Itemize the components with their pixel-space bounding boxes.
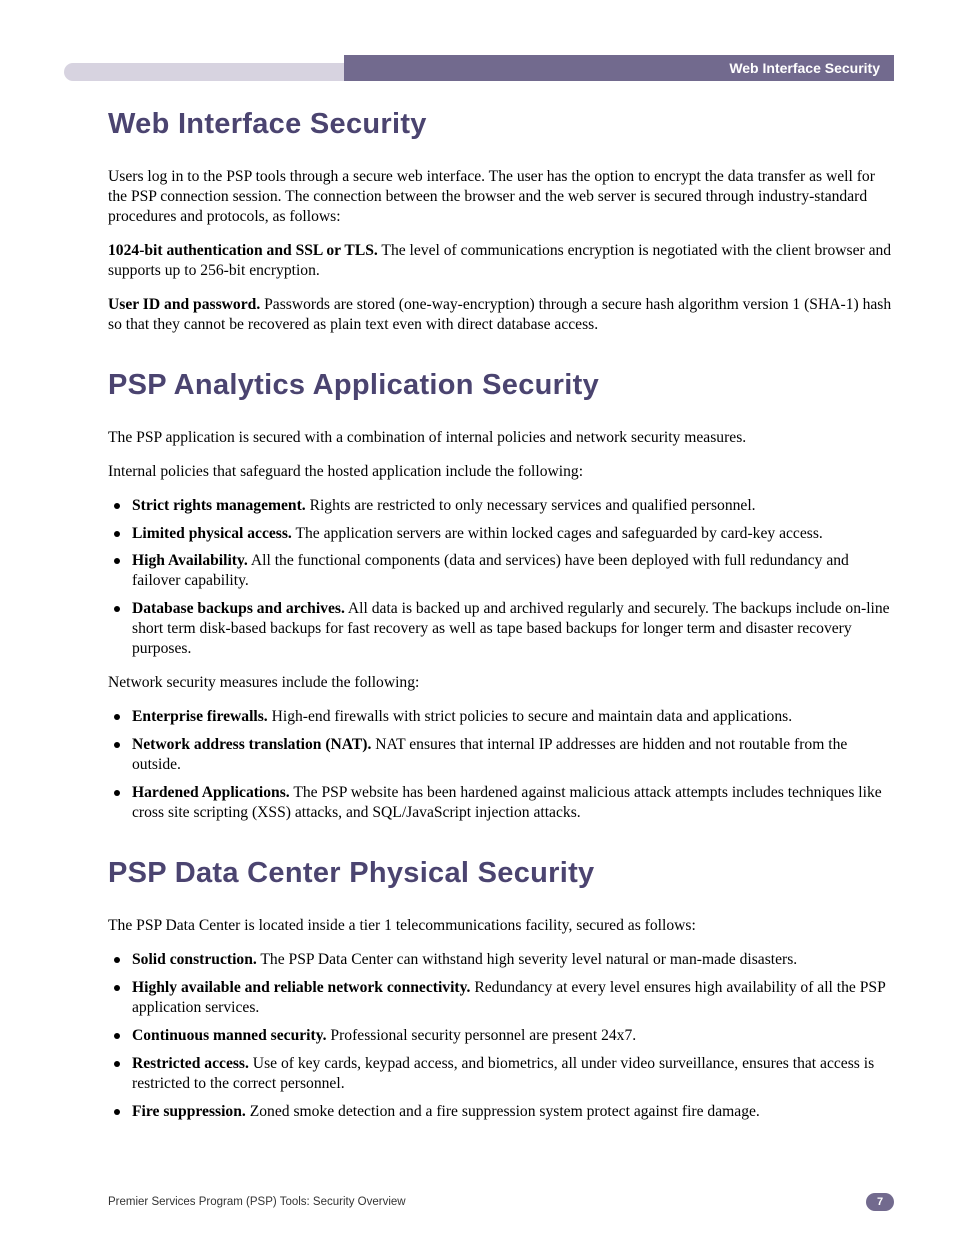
bullet-list: Strict rights management. Rights are res… xyxy=(108,496,894,660)
section-heading-web-interface: Web Interface Security xyxy=(108,108,894,141)
body-text: Zoned smoke detection and a fire suppres… xyxy=(246,1103,760,1120)
bold-lead: Highly available and reliable network co… xyxy=(132,979,470,996)
page-header: Web Interface Security xyxy=(64,55,894,81)
footer-doc-title: Premier Services Program (PSP) Tools: Se… xyxy=(108,1196,406,1208)
body-text: Professional security personnel are pres… xyxy=(327,1027,637,1044)
list-item: Enterprise firewalls. High-end firewalls… xyxy=(108,707,894,727)
body-text: High-end firewalls with strict policies … xyxy=(268,708,792,725)
section-heading-datacenter: PSP Data Center Physical Security xyxy=(108,857,894,890)
bold-lead: Fire suppression. xyxy=(132,1103,246,1120)
bold-lead: Limited physical access. xyxy=(132,525,292,542)
body-text: The PSP Data Center can withstand high s… xyxy=(257,951,797,968)
body-text: Rights are restricted to only necessary … xyxy=(306,497,756,514)
list-item: Database backups and archives. All data … xyxy=(108,599,894,659)
body-paragraph: 1024-bit authentication and SSL or TLS. … xyxy=(108,241,894,281)
list-item: Highly available and reliable network co… xyxy=(108,978,894,1018)
body-paragraph: User ID and password. Passwords are stor… xyxy=(108,295,894,335)
body-paragraph: The PSP Data Center is located inside a … xyxy=(108,916,894,936)
section-heading-analytics: PSP Analytics Application Security xyxy=(108,369,894,402)
bold-lead: Network address translation (NAT). xyxy=(132,736,371,753)
bold-lead: High Availability. xyxy=(132,552,248,569)
list-item: Strict rights management. Rights are res… xyxy=(108,496,894,516)
list-item: Hardened Applications. The PSP website h… xyxy=(108,783,894,823)
header-title: Web Interface Security xyxy=(729,60,880,76)
header-pill-decoration xyxy=(64,63,344,81)
list-item: High Availability. All the functional co… xyxy=(108,551,894,591)
list-item: Solid construction. The PSP Data Center … xyxy=(108,950,894,970)
list-item: Fire suppression. Zoned smoke detection … xyxy=(108,1102,894,1122)
bold-lead: Restricted access. xyxy=(132,1055,249,1072)
bullet-list: Solid construction. The PSP Data Center … xyxy=(108,950,894,1122)
body-text: The application servers are within locke… xyxy=(292,525,823,542)
bullet-list: Enterprise firewalls. High-end firewalls… xyxy=(108,707,894,823)
list-item: Network address translation (NAT). NAT e… xyxy=(108,735,894,775)
bold-lead: Solid construction. xyxy=(132,951,257,968)
page-footer: Premier Services Program (PSP) Tools: Se… xyxy=(108,1193,894,1211)
bold-lead: Hardened Applications. xyxy=(132,784,290,801)
page-number-badge: 7 xyxy=(866,1193,894,1211)
header-bar: Web Interface Security xyxy=(344,55,894,81)
bold-lead: Enterprise firewalls. xyxy=(132,708,268,725)
list-item: Continuous manned security. Professional… xyxy=(108,1026,894,1046)
bold-lead: Continuous manned security. xyxy=(132,1027,327,1044)
page-number: 7 xyxy=(877,1196,883,1208)
bold-lead: User ID and password. xyxy=(108,296,260,313)
bold-lead: Database backups and archives. xyxy=(132,600,345,617)
body-paragraph: The PSP application is secured with a co… xyxy=(108,428,894,448)
bold-lead: Strict rights management. xyxy=(132,497,306,514)
body-paragraph: Users log in to the PSP tools through a … xyxy=(108,167,894,227)
list-item: Limited physical access. The application… xyxy=(108,524,894,544)
bold-lead: 1024-bit authentication and SSL or TLS. xyxy=(108,242,378,259)
body-paragraph: Network security measures include the fo… xyxy=(108,673,894,693)
page-content: Web Interface Security Users log in to t… xyxy=(108,100,894,1136)
list-item: Restricted access. Use of key cards, key… xyxy=(108,1054,894,1094)
body-paragraph: Internal policies that safeguard the hos… xyxy=(108,462,894,482)
